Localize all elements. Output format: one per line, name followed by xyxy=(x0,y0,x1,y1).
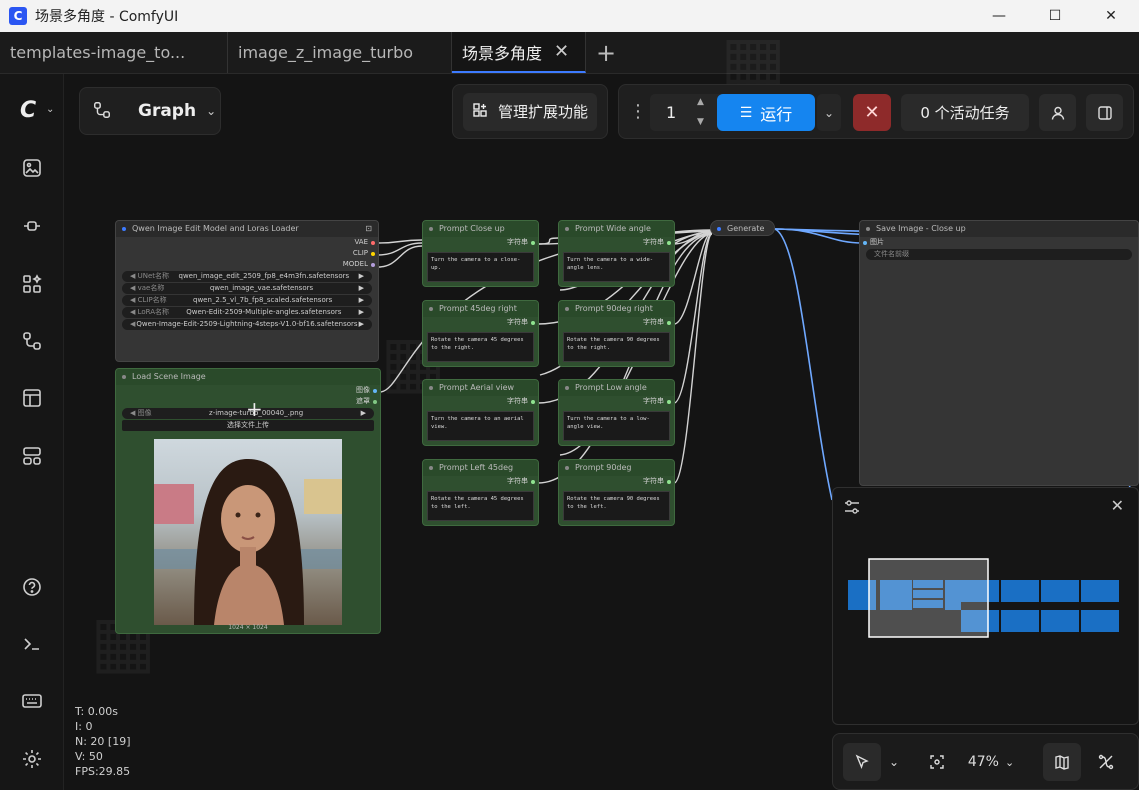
node-model-loras-loader[interactable]: Qwen Image Edit Model and Loras Loader ⊡… xyxy=(115,220,379,362)
minimap-toggle-icon[interactable] xyxy=(1043,743,1081,781)
node-title: Prompt Close up xyxy=(423,221,538,237)
input-images[interactable]: 图片 xyxy=(860,237,1138,248)
minimap-panel[interactable]: ✕ xyxy=(832,487,1139,725)
node-prompt-90deg-right[interactable]: Prompt 90deg right 字符串 Rotate the camera… xyxy=(558,300,675,367)
node-prompt-90deg[interactable]: Prompt 90deg 字符串 Rotate the camera 90 de… xyxy=(558,459,675,526)
stat-fps: FPS:29.85 xyxy=(75,765,131,778)
minimap-viewport xyxy=(868,558,989,638)
node-prompt-aerial-view[interactable]: Prompt Aerial view 字符串 Turn the camera t… xyxy=(422,379,539,446)
output-clip[interactable]: CLIP xyxy=(116,248,378,259)
node-prompt-close-up[interactable]: Prompt Close up 字符串 Turn the camera to a… xyxy=(422,220,539,287)
output-string[interactable]: 字符串 xyxy=(423,237,538,248)
stat-nodes: N: 20 [19] xyxy=(75,735,131,748)
canvas-controls: ⌄ 47% ⌄ xyxy=(832,733,1139,790)
node-title: Save Image - Close up xyxy=(860,221,1138,237)
node-prompt-left-45deg[interactable]: Prompt Left 45deg 字符串 Rotate the camera … xyxy=(422,459,539,526)
chevron-down-icon: ⌄ xyxy=(1004,755,1015,769)
prompt-textarea[interactable]: Rotate the camera 90 degrees to the righ… xyxy=(563,332,670,362)
widget-clip-name[interactable]: ◀ CLIP名称 qwen_2.5_vl_7b_fp8_scaled.safete… xyxy=(122,295,372,306)
render-stats: T: 0.00s I: 0 N: 20 [19] V: 50 FPS:29.85 xyxy=(75,704,131,779)
upload-file-button[interactable]: 选择文件上传 xyxy=(122,420,374,431)
node-title: Generate xyxy=(711,221,774,235)
output-string[interactable]: 字符串 xyxy=(559,317,674,328)
output-image[interactable]: 图像 xyxy=(116,385,380,396)
output-string[interactable]: 字符串 xyxy=(423,396,538,407)
stat-i: I: 0 xyxy=(75,720,93,733)
minimap-canvas xyxy=(848,558,1119,638)
chevron-down-icon[interactable]: ⌄ xyxy=(883,743,905,781)
node-title: Prompt 90deg xyxy=(559,460,674,476)
node-title: Prompt Wide angle xyxy=(559,221,674,237)
output-string[interactable]: 字符串 xyxy=(423,317,538,328)
stat-time: T: 0.00s xyxy=(75,705,118,718)
preview-image xyxy=(154,439,342,625)
node-title: Qwen Image Edit Model and Loras Loader ⊡ xyxy=(116,221,378,237)
prompt-textarea[interactable]: Turn the camera to a wide-angle lens. xyxy=(563,252,670,282)
node-title: Prompt Aerial view xyxy=(423,380,538,396)
hide-links-icon[interactable] xyxy=(1087,743,1125,781)
prompt-textarea[interactable]: Rotate the camera 90 degrees to the left… xyxy=(563,491,670,521)
crosshair-cursor-icon: + xyxy=(246,397,263,421)
output-string[interactable]: 字符串 xyxy=(423,476,538,487)
zoom-level-value: 47% xyxy=(967,754,999,770)
output-vae[interactable]: VAE xyxy=(116,237,378,248)
widget-vae-name[interactable]: ◀ vae名称 qwen_image_vae.safetensors ▶ xyxy=(122,283,372,294)
prompt-textarea[interactable]: Rotate the camera 45 degrees to the righ… xyxy=(427,332,534,362)
fit-view-icon[interactable] xyxy=(919,743,955,781)
node-prompt-45deg-right[interactable]: Prompt 45deg right 字符串 Rotate the camera… xyxy=(422,300,539,367)
output-string[interactable]: 字符串 xyxy=(559,396,674,407)
node-load-scene-image[interactable]: Load Scene Image 图像 遮罩 ◀ 图像 z-image-turbo… xyxy=(115,368,381,634)
output-string[interactable]: 字符串 xyxy=(559,476,674,487)
widget-filename-prefix[interactable]: 文件名前缀 xyxy=(866,249,1132,260)
node-title: Prompt Left 45deg xyxy=(423,460,538,476)
stat-v: V: 50 xyxy=(75,750,103,763)
output-model[interactable]: MODEL xyxy=(116,259,378,270)
prompt-textarea[interactable]: Rotate the camera 45 degrees to the left… xyxy=(427,491,534,521)
prompt-textarea[interactable]: Turn the camera to an aerial view. xyxy=(427,411,534,441)
select-pointer-icon[interactable] xyxy=(843,743,881,781)
node-prompt-wide-angle[interactable]: Prompt Wide angle 字符串 Turn the camera to… xyxy=(558,220,675,287)
widget-unet-name[interactable]: ◀ UNet名称 qwen_image_edit_2509_fp8_e4m3fn.… xyxy=(122,271,372,282)
prompt-textarea[interactable]: Turn the camera to a close-up. xyxy=(427,252,534,282)
image-size-label: 1024 × 1024 xyxy=(228,624,268,631)
node-title: Prompt 90deg right xyxy=(559,301,674,317)
node-save-image-close-up[interactable]: Save Image - Close up 图片 文件名前缀 xyxy=(859,220,1139,486)
node-image-icon[interactable]: ⊡ xyxy=(365,221,372,237)
output-string[interactable]: 字符串 xyxy=(559,237,674,248)
prompt-textarea[interactable]: Turn the camera to a low-angle view. xyxy=(563,411,670,441)
node-title: Prompt 45deg right xyxy=(423,301,538,317)
widget-lora-name[interactable]: ◀ LoRA名称 Qwen-Edit-2509-Multiple-angles.s… xyxy=(122,307,372,318)
node-prompt-low-angle[interactable]: Prompt Low angle 字符串 Turn the camera to … xyxy=(558,379,675,446)
node-title: Prompt Low angle xyxy=(559,380,674,396)
node-generate[interactable]: Generate xyxy=(710,220,775,236)
node-title: Load Scene Image xyxy=(116,369,380,385)
widget-lora-2-name[interactable]: ◀ Qwen-Image-Edit-2509-Lightning-4steps-… xyxy=(122,319,372,330)
zoom-level-dropdown[interactable]: 47% ⌄ xyxy=(961,743,1021,781)
